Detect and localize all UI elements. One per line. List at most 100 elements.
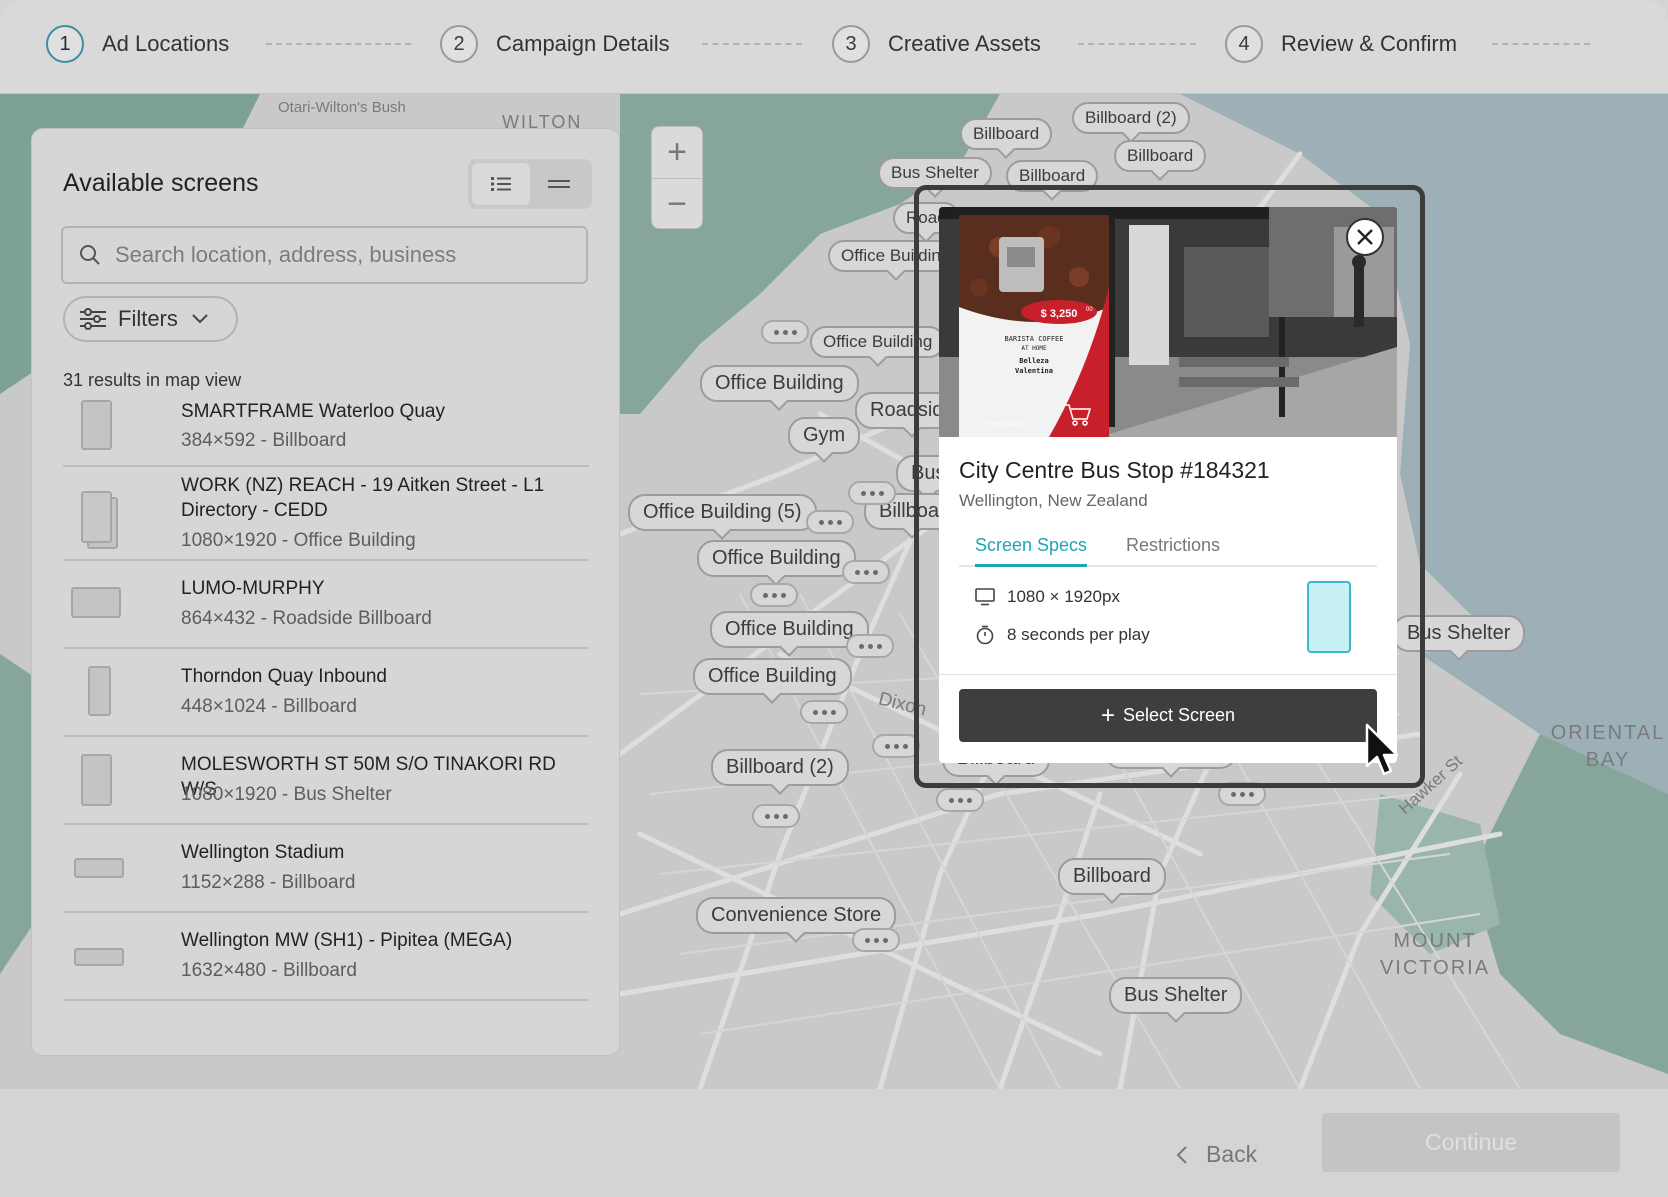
step-label: Ad Locations [102,31,230,56]
footer-bar: Back Continue [0,1089,1668,1197]
filters-label: Filters [118,306,178,331]
step-number: 2 [440,25,478,63]
cluster-more-button[interactable] [872,734,920,758]
map-pin[interactable]: Bus Shelter [1109,977,1243,1014]
continue-button[interactable]: Continue [1322,1113,1620,1172]
zoom-control: + − [651,126,703,229]
select-screen-label: Select Screen [1122,705,1236,725]
tab-restrictions[interactable]: Restrictions [1126,535,1220,556]
select-screen-button[interactable]: + Select Screen [959,689,1377,742]
ad-text: AT HOME [1021,345,1047,352]
cluster-more-button[interactable] [750,583,798,607]
screen-location: Wellington, New Zealand [959,491,1148,510]
resolution-value: 1080 × 1920px [1007,587,1120,606]
map-pin[interactable]: Office Building [697,540,856,577]
step-connector [266,43,411,45]
step-number: 3 [832,25,870,63]
ad-price: $ 3,250 [1041,308,1078,320]
item-name: Thorndon Quay Inbound [181,666,387,687]
map-pin[interactable]: Billboard [1058,858,1166,895]
screens-list: SMARTFRAME Waterloo Quay 384×592 - Billb… [63,397,589,1001]
cluster-more-button[interactable] [852,928,900,952]
cluster-more-button[interactable] [806,510,854,534]
bus-stop-photo: $ 3,250 00 BARISTA COFFEE AT HOME Bellez… [939,207,1397,437]
chevron-left-icon [1176,1145,1187,1164]
list-view-button[interactable] [472,163,530,205]
close-icon [1357,229,1373,245]
zoom-in-button[interactable]: + [652,127,702,178]
panel-title: Available screens [63,169,259,197]
list-item[interactable]: MOLESWORTH ST 50M S/O TINAKORI RD W/S 10… [63,737,589,825]
compact-view-button[interactable] [530,163,588,205]
area-label: Otari-Wilton's Bush [278,99,406,116]
map-pin[interactable]: Office Building [693,658,852,695]
filters-button[interactable]: Filters [63,296,238,342]
item-meta: 384×592 - Billboard [181,430,347,451]
back-button[interactable]: Back [1176,1141,1257,1168]
zoom-out-button[interactable]: − [652,178,702,229]
step-review-confirm[interactable]: 4 Review & Confirm [1225,25,1457,63]
area-label: ORIENTAL BAY [1550,722,1666,771]
cluster-more-button[interactable] [800,700,848,724]
map-pin[interactable]: Gym [788,417,861,454]
cluster-more-button[interactable] [842,560,890,584]
step-number: 4 [1225,25,1263,63]
list-item[interactable]: Wellington Stadium 1152×288 - Billboard [63,825,589,913]
list-item[interactable]: Thorndon Quay Inbound 448×1024 - Billboa… [63,649,589,737]
cluster-more-button[interactable] [752,804,800,828]
search-box [61,226,588,284]
item-name: Wellington Stadium [181,842,345,863]
map-pin[interactable]: Office Building (5) [628,494,817,531]
screen-shape-icon [81,491,112,543]
cluster-more-button[interactable] [761,320,809,344]
stepper: 1 Ad Locations 2 Campaign Details 3 Crea… [0,0,1668,94]
close-button[interactable] [1346,218,1384,256]
back-label: Back [1206,1141,1258,1167]
screen-photo: $ 3,250 00 BARISTA COFFEE AT HOME Bellez… [939,207,1397,437]
map-pin[interactable]: Office Building [700,365,859,402]
map-pin[interactable]: Billboard [960,118,1053,150]
list-item[interactable]: SMARTFRAME Waterloo Quay 384×592 - Billb… [63,397,589,467]
active-tab-indicator [975,564,1087,567]
step-label: Creative Assets [888,31,1041,56]
item-meta: 1080×1920 - Bus Shelter [181,784,392,805]
cluster-more-button[interactable] [936,788,984,812]
map-pin[interactable]: Billboard (2) [711,749,849,786]
screen-shape-icon [71,587,121,618]
step-connector [702,43,802,45]
area-label: MOUNT VICTORIA [1379,930,1491,979]
screen-shape-icon [74,858,124,878]
chevron-down-icon [192,314,208,324]
popup-tabs: Screen Specs Restrictions [959,527,1377,567]
map-pin[interactable]: Billboard (2) [1072,102,1190,134]
map-pin[interactable]: Billboard [1114,140,1207,172]
ad-text: BARISTA COFFEE [1004,335,1063,343]
list-item[interactable]: Wellington MW (SH1) - Pipitea (MEGA) 163… [63,913,589,1001]
plus-icon: + [1100,701,1115,729]
step-number: 1 [46,25,84,63]
item-meta: 448×1024 - Billboard [181,696,357,717]
list-item[interactable]: LUMO-MURPHY 864×432 - Roadside Billboard [63,561,589,649]
step-creative-assets[interactable]: 3 Creative Assets [832,25,1041,63]
mouse-cursor-icon [1365,723,1399,776]
screen-shape-icon [81,754,112,806]
compact-list-icon [548,180,570,188]
cluster-more-button[interactable] [846,634,894,658]
screen-shape-icon [88,666,111,716]
item-name: WORK (NZ) REACH - 19 Aitken Street - L1 … [181,475,545,521]
item-name: LUMO-MURPHY [181,578,325,599]
item-meta: 1632×480 - Billboard [181,960,357,981]
search-input[interactable] [115,242,555,268]
view-toggle [468,159,592,209]
cluster-more-button[interactable] [848,481,896,505]
ad-url: myshop.demo [988,421,1026,427]
list-item[interactable]: WORK (NZ) REACH - 19 Aitken Street - L1 … [63,467,589,561]
screen-details-popup: $ 3,250 00 BARISTA COFFEE AT HOME Bellez… [939,207,1397,763]
timer-icon [976,625,994,645]
step-campaign-details[interactable]: 2 Campaign Details [440,25,670,63]
item-meta: 1152×288 - Billboard [181,872,356,893]
ad-price-cents: 00 [1086,307,1093,313]
tab-screen-specs[interactable]: Screen Specs [975,535,1087,556]
map-pin[interactable]: Office Building [710,611,869,648]
step-ad-locations[interactable]: 1 Ad Locations [46,25,229,63]
